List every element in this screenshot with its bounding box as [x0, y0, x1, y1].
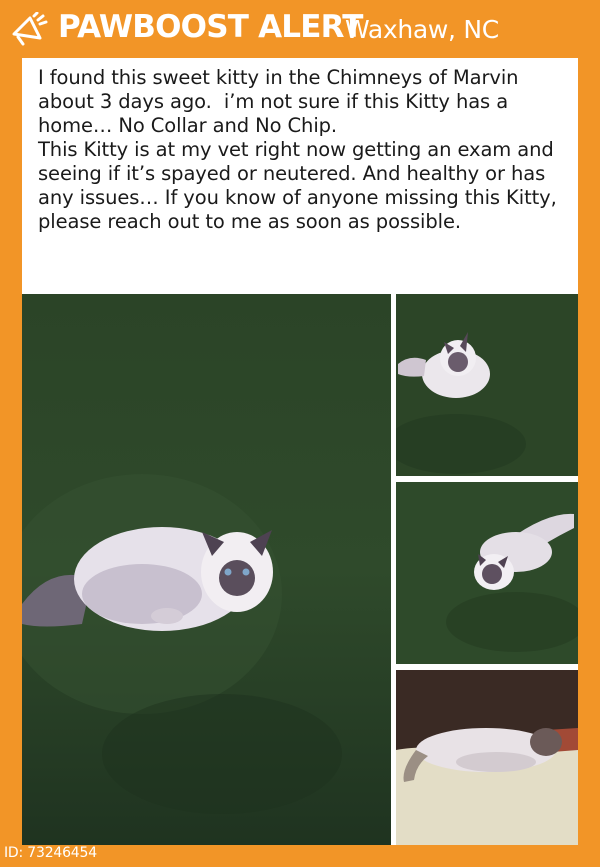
post-card: I found this sweet kitty in the Chimneys…: [22, 58, 578, 845]
alert-id: ID: 73246454: [4, 845, 97, 861]
cat-photo-4[interactable]: [396, 670, 578, 845]
megaphone-icon: [12, 12, 48, 46]
cat-photo-2[interactable]: [396, 294, 578, 476]
cat-photo-main-image: [22, 294, 391, 845]
brand-title: PAWBOOST ALERT: [58, 9, 363, 45]
cat-photo-3[interactable]: [396, 482, 578, 664]
cat-photo-3-image: [396, 482, 578, 664]
alert-header: PAWBOOST ALERT Waxhaw, NC: [0, 0, 600, 58]
cat-photo-main[interactable]: [22, 294, 391, 845]
post-description: I found this sweet kitty in the Chimneys…: [38, 66, 557, 233]
location-label: Waxhaw, NC: [345, 15, 499, 44]
cat-photo-4-image: [396, 670, 578, 845]
cat-photo-2-image: [396, 294, 578, 476]
